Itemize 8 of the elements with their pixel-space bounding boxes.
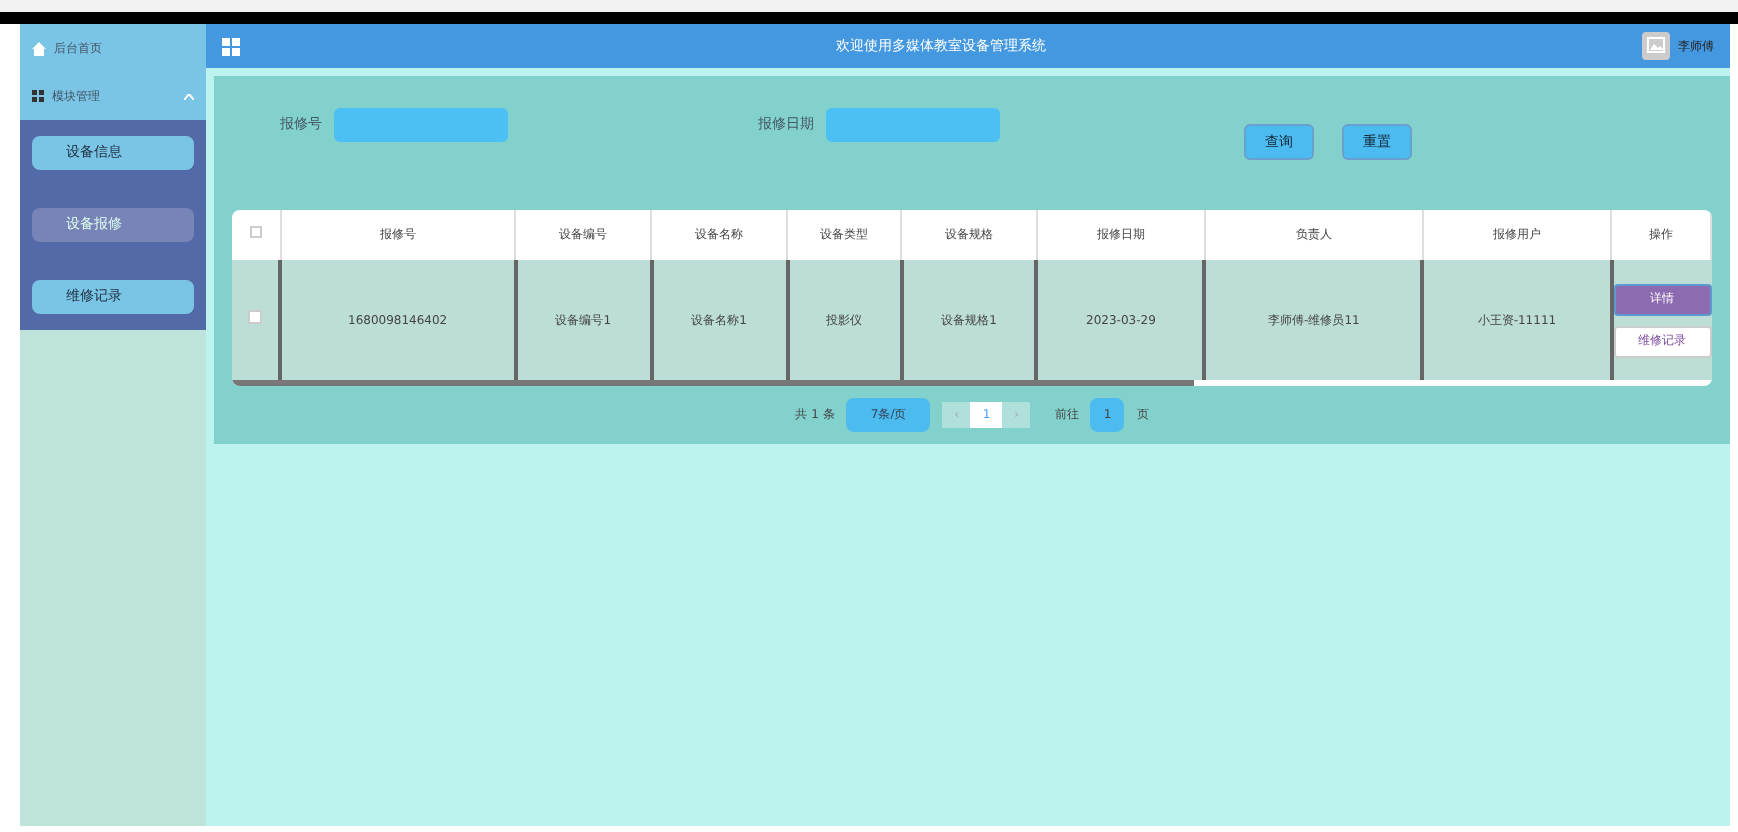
avatar-icon[interactable]	[1642, 32, 1670, 60]
grid-icon	[32, 90, 44, 102]
checkbox[interactable]	[248, 310, 262, 324]
checkbox[interactable]	[249, 226, 262, 238]
home-icon	[32, 41, 46, 55]
input-field[interactable]	[334, 108, 508, 142]
input-field[interactable]	[826, 108, 1000, 142]
grid-icon[interactable]	[222, 37, 240, 55]
